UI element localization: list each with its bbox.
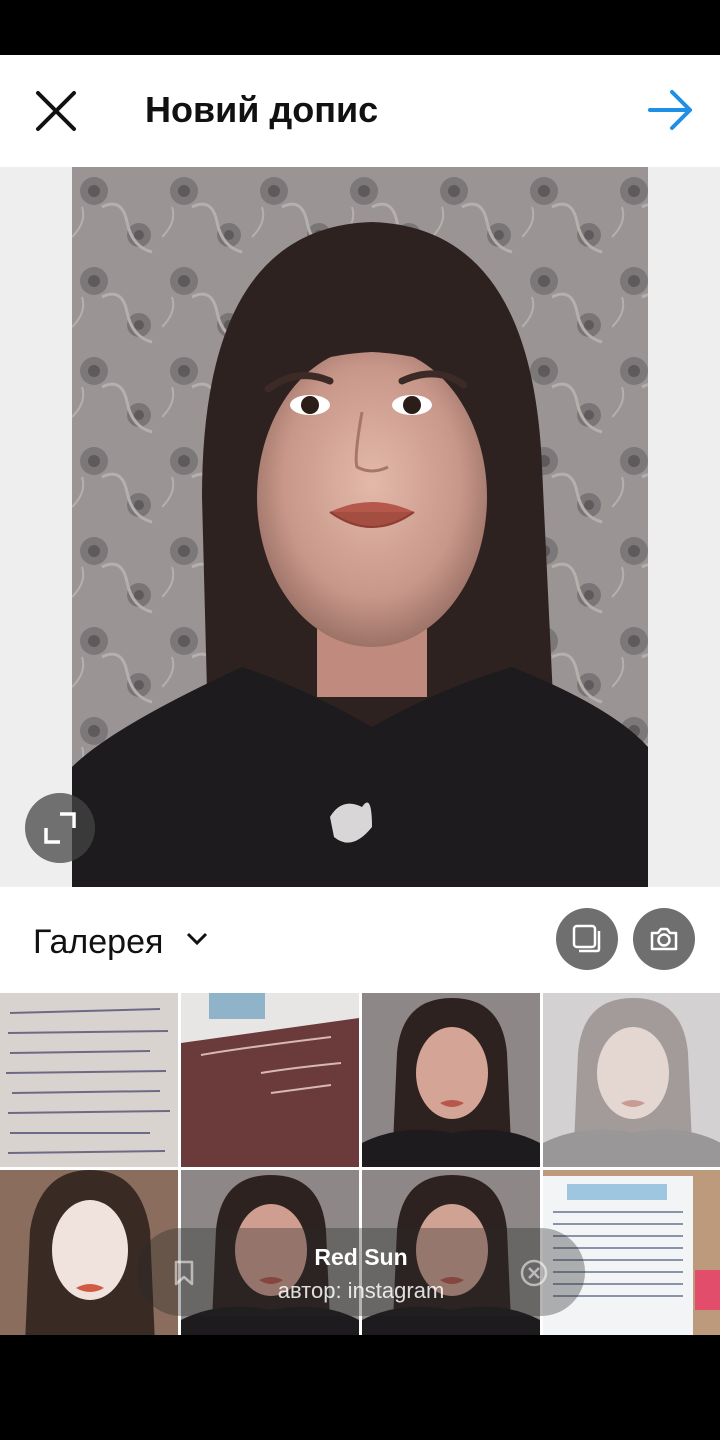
camera-button[interactable] xyxy=(633,908,695,970)
system-nav-bar xyxy=(0,1335,720,1440)
selected-photo xyxy=(72,167,648,887)
close-icon xyxy=(36,91,76,131)
multiple-select-icon xyxy=(572,924,601,953)
close-button[interactable] xyxy=(30,85,82,137)
multi-select-button[interactable] xyxy=(556,908,618,970)
music-banner[interactable]: Red Sun автор: instagram xyxy=(137,1228,585,1316)
gallery-thumb[interactable] xyxy=(0,993,178,1167)
photo-preview[interactable] xyxy=(0,167,720,887)
gallery-thumb[interactable] xyxy=(543,993,720,1167)
status-bar xyxy=(0,0,720,55)
chevron-down-icon xyxy=(186,932,208,946)
close-circle-icon[interactable] xyxy=(519,1258,549,1288)
gallery-thumb[interactable] xyxy=(181,993,359,1167)
camera-icon xyxy=(650,927,678,951)
page-title: Новий допис xyxy=(145,89,379,130)
next-button[interactable] xyxy=(646,87,696,133)
gallery-toolbar: Галерея xyxy=(0,887,720,993)
expand-icon xyxy=(44,812,76,844)
music-author: автор: instagram xyxy=(277,1278,445,1303)
gallery-thumb[interactable] xyxy=(362,993,540,1167)
expand-button[interactable] xyxy=(25,793,95,863)
arrow-right-icon xyxy=(648,90,692,130)
gallery-label: Галерея xyxy=(33,923,164,961)
top-bar: Новий допис xyxy=(0,55,720,167)
music-title: Red Sun xyxy=(314,1244,408,1270)
